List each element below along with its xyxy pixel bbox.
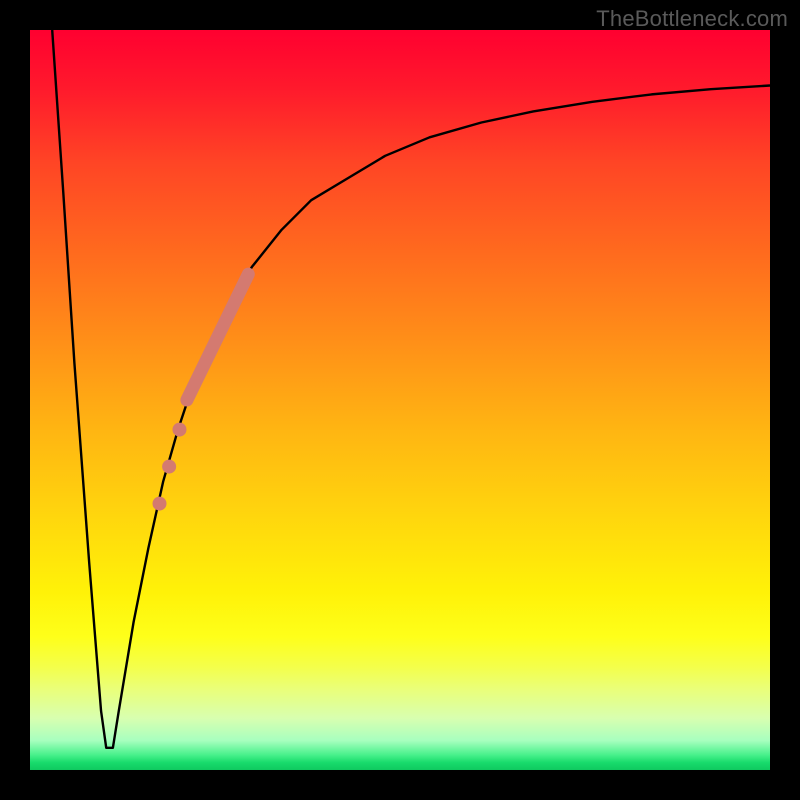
highlight-dot: [172, 423, 186, 437]
watermark-text: TheBottleneck.com: [596, 6, 788, 32]
bottleneck-curve: [52, 30, 770, 748]
chart-svg: [30, 30, 770, 770]
highlight-dot: [153, 497, 167, 511]
highlight-dot: [162, 460, 176, 474]
chart-frame: TheBottleneck.com: [0, 0, 800, 800]
highlight-segment: [187, 274, 248, 400]
plot-area: [30, 30, 770, 770]
